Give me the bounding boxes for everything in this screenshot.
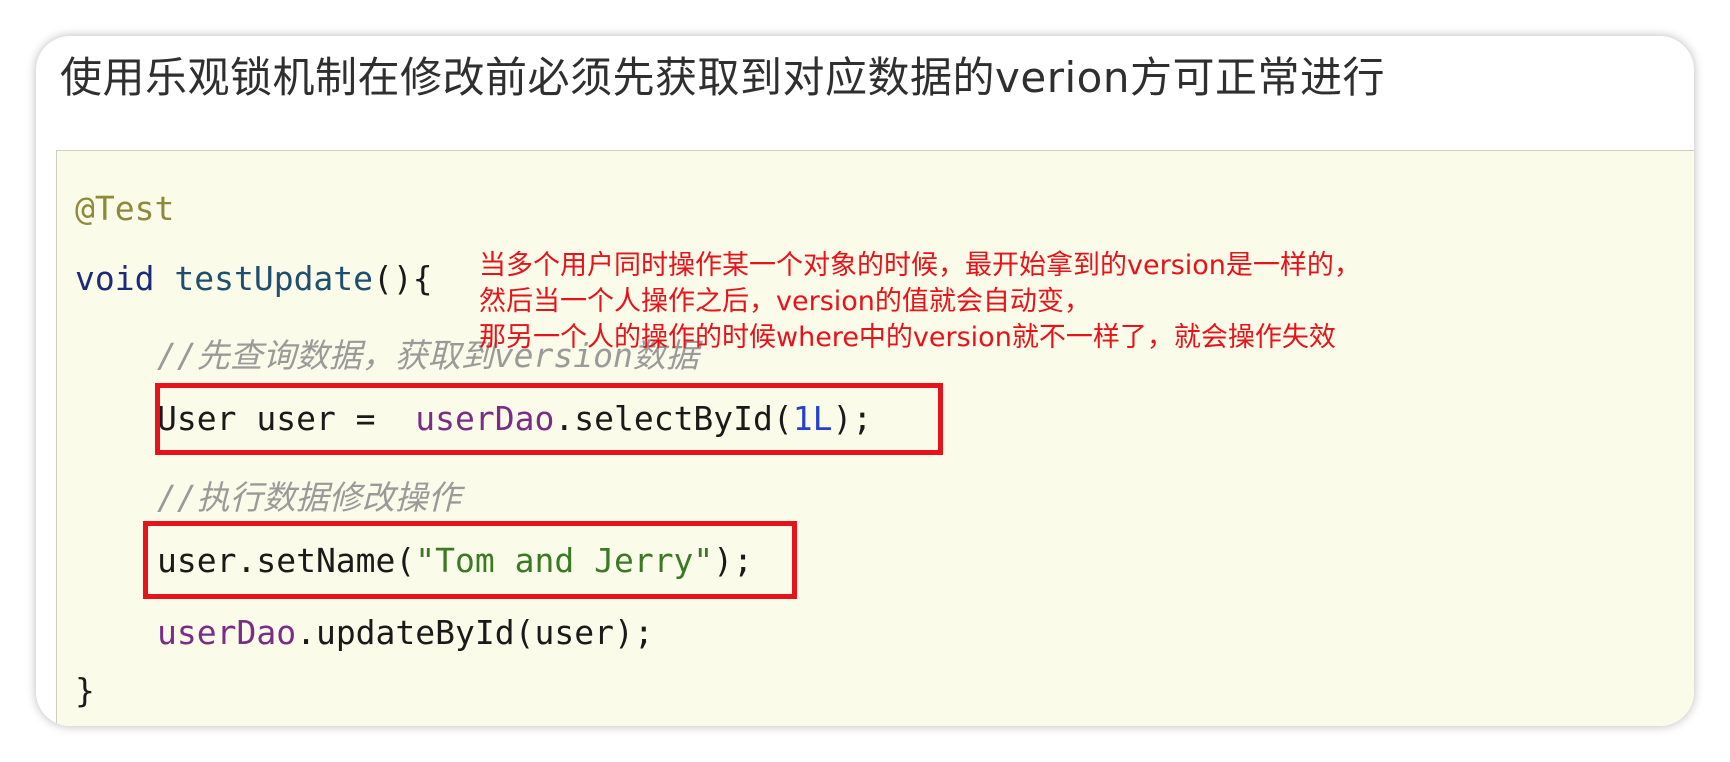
code-close-brace: } [75, 671, 95, 710]
annotation-note-2: 然后当一个人操作之后，version的值就会自动变， [479, 286, 1091, 317]
slide-card: 使用乐观锁机制在修改前必须先获取到对应数据的verion方可正常进行 @Test… [36, 36, 1694, 726]
code-text: .updateById(user); [296, 613, 654, 652]
highlight-box-select [155, 383, 943, 455]
mouse-cursor-icon [551, 725, 573, 726]
code-comment-update: //执行数据修改操作 [157, 478, 461, 517]
annotation-note-3: 那另一个人的操作的时候where中的version就不一样了，就会操作失效 [479, 322, 1336, 353]
highlight-box-setname [143, 521, 797, 599]
code-update-statement: userDao.updateById(user); [157, 613, 654, 652]
code-field: userDao [157, 613, 297, 652]
slide-heading: 使用乐观锁机制在修改前必须先获取到对应数据的verion方可正常进行 [60, 53, 1385, 102]
code-punct: (){ [373, 259, 433, 298]
code-panel: @Test void testUpdate(){ //先查询数据，获取到vers… [56, 150, 1694, 726]
code-keyword: void [75, 259, 155, 298]
annotation-note-1: 当多个用户同时操作某一个对象的时候，最开始拿到的version是一样的， [479, 250, 1361, 281]
code-annotation: @Test [75, 189, 175, 228]
code-method-signature: void testUpdate(){ [75, 259, 433, 298]
code-method-name: testUpdate [174, 259, 374, 298]
